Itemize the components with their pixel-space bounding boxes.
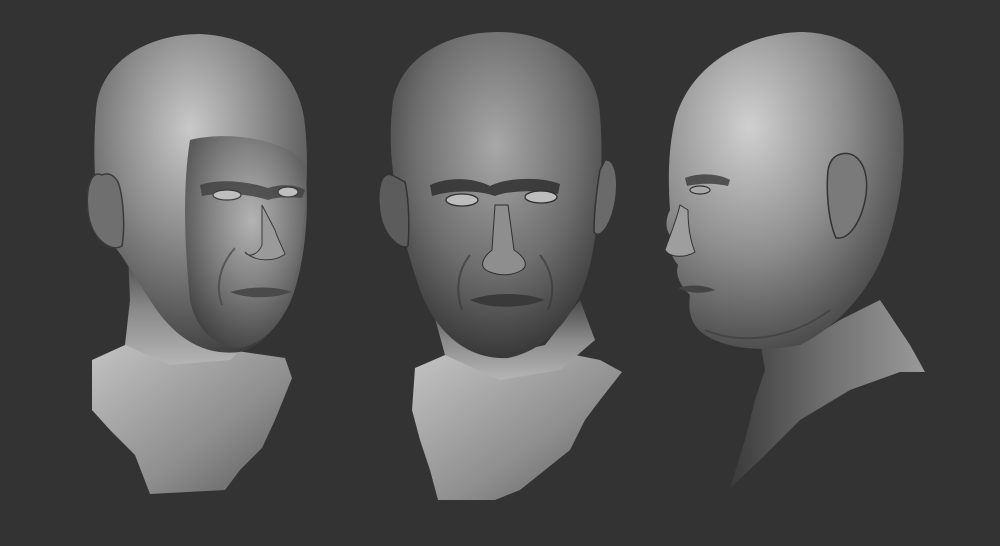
right-eye [524, 190, 558, 204]
right-eye [277, 186, 299, 198]
head-three-quarter-view [86, 34, 307, 494]
head-profile-view [664, 32, 925, 488]
eye [689, 185, 711, 195]
sculpt-render [86, 32, 925, 500]
render-canvas [0, 0, 1000, 546]
left-ear [378, 173, 410, 248]
face [185, 136, 307, 348]
ear [86, 173, 125, 249]
left-eye [445, 193, 479, 207]
left-eye [212, 189, 242, 201]
head-front-view [378, 32, 622, 500]
